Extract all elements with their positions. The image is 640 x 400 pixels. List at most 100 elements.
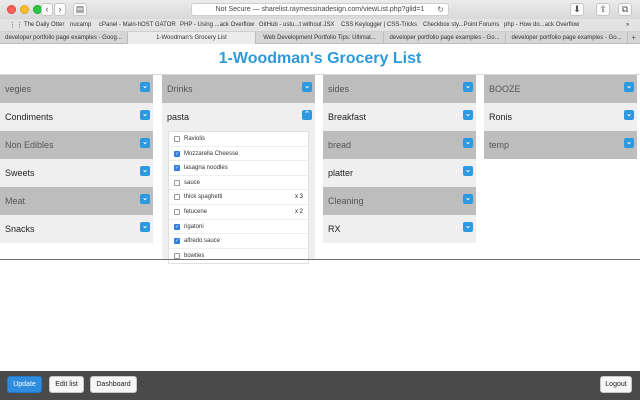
address-bar[interactable]: Not Secure — sharelist.raymessinadesign.… bbox=[191, 3, 449, 16]
item-checkbox[interactable]: ✓ bbox=[174, 150, 180, 157]
browser-tab-active[interactable]: 1-Woodman's Grocery List bbox=[128, 32, 256, 44]
page-content: 1-Woodman's Grocery List vegies ⌄ Condimen… bbox=[0, 45, 640, 371]
item-checkbox[interactable]: ✓ bbox=[174, 223, 180, 230]
grid-icon[interactable]: ⋮⋮ bbox=[9, 22, 23, 29]
chevron-down-icon[interactable]: ⌄ bbox=[140, 82, 150, 92]
downloads-button[interactable]: ⬇ bbox=[570, 3, 584, 16]
category-header[interactable]: Meat ⌄ bbox=[0, 187, 153, 215]
update-button[interactable]: Update bbox=[7, 376, 42, 393]
download-icon: ⬇ bbox=[573, 4, 581, 14]
item-checkbox[interactable] bbox=[174, 179, 180, 186]
bookmarks-bar: ⋮⋮ The Daily Otter nucamp cPanel - Main-… bbox=[0, 19, 640, 32]
back-button[interactable]: ‹ bbox=[41, 3, 53, 16]
category-column: BOOZE ⌄ Ronis ⌄ temp ⌄ bbox=[484, 75, 637, 159]
chevron-down-icon[interactable]: ⌄ bbox=[624, 82, 634, 92]
sidebar-toggle-button[interactable]: ▤ bbox=[73, 3, 87, 16]
item-checkbox[interactable] bbox=[174, 136, 180, 142]
list-item: bowties bbox=[169, 249, 308, 264]
share-button[interactable]: ⇪ bbox=[596, 3, 610, 16]
category-header[interactable]: bread ⌄ bbox=[323, 131, 476, 159]
category-header[interactable]: Breakfast ⌄ bbox=[323, 103, 476, 131]
item-checkbox[interactable]: ✓ bbox=[174, 165, 180, 172]
browser-tab[interactable]: Web Development Portfolio Tips: Ultimat.… bbox=[256, 32, 384, 44]
bookmark-item[interactable]: cPanel - Main-hOST GATOR bbox=[99, 22, 176, 29]
item-checkbox[interactable] bbox=[174, 252, 180, 259]
chevron-down-icon[interactable]: ⌄ bbox=[140, 194, 150, 204]
category-header[interactable]: Non Edibles ⌄ bbox=[0, 131, 153, 159]
category-header[interactable]: RX ⌄ bbox=[323, 215, 476, 243]
item-name: rigatoni bbox=[184, 223, 204, 230]
category-header[interactable]: Cleaning ⌄ bbox=[323, 187, 476, 215]
list-item: sauce bbox=[169, 176, 308, 191]
bookmark-item[interactable]: nucamp bbox=[70, 22, 91, 29]
chevron-down-icon[interactable]: ⌄ bbox=[302, 82, 312, 92]
chevron-down-icon[interactable]: ⌄ bbox=[463, 138, 473, 148]
chevron-down-icon[interactable]: ⌄ bbox=[463, 82, 473, 92]
logout-button[interactable]: Logout bbox=[600, 376, 632, 393]
item-checkbox[interactable]: ✓ bbox=[174, 238, 180, 245]
category-header[interactable]: Ronis ⌄ bbox=[484, 103, 637, 131]
edit-list-button[interactable]: Edit list bbox=[49, 376, 84, 393]
category-label: Condiments bbox=[5, 112, 54, 122]
check-icon: ✓ bbox=[175, 165, 180, 172]
list-item: ✓ alfredo sauce bbox=[169, 234, 308, 249]
tab-bar: developer portfolio page examples - Goog… bbox=[0, 32, 640, 44]
chevron-down-icon[interactable]: ⌄ bbox=[140, 166, 150, 176]
chevron-down-icon[interactable]: ⌄ bbox=[140, 110, 150, 120]
reload-icon[interactable]: ↻ bbox=[437, 4, 444, 15]
new-tab-icon[interactable]: + bbox=[631, 32, 636, 44]
chevron-down-icon[interactable]: ⌄ bbox=[140, 222, 150, 232]
chevron-down-icon[interactable]: ⌄ bbox=[463, 222, 473, 232]
chevron-down-icon[interactable]: ⌄ bbox=[624, 138, 634, 148]
category-header[interactable]: pasta ⌃ bbox=[162, 103, 315, 131]
category-header[interactable]: sides ⌄ bbox=[323, 75, 476, 103]
browser-tab[interactable]: developer portfolio page examples - Go..… bbox=[506, 32, 628, 44]
minimize-window-button[interactable] bbox=[20, 5, 29, 14]
browser-tab[interactable]: developer portfolio page examples - Goog… bbox=[0, 32, 128, 44]
bookmark-item[interactable]: Checkbox sty...Point Forums bbox=[423, 22, 499, 29]
bookmark-item[interactable]: CSS Keylogger | CSS-Tricks bbox=[341, 22, 417, 29]
chevron-down-icon[interactable]: ⌄ bbox=[624, 110, 634, 120]
item-name: Mozzarella Cheesse bbox=[184, 150, 239, 157]
bookmark-item[interactable]: PHP - Using ...ack Overflow bbox=[180, 22, 254, 29]
list-item: fetucene x 2 bbox=[169, 205, 308, 220]
close-window-button[interactable] bbox=[7, 5, 16, 14]
category-label: temp bbox=[489, 140, 510, 150]
tab-overview-button[interactable]: ⧉ bbox=[618, 3, 632, 16]
category-label: RX bbox=[328, 224, 341, 234]
category-header[interactable]: Snacks ⌄ bbox=[0, 215, 153, 243]
item-checkbox[interactable] bbox=[174, 194, 180, 201]
browser-tab[interactable]: developer portfolio page examples - Go..… bbox=[384, 32, 506, 44]
item-checkbox[interactable] bbox=[174, 208, 180, 215]
action-bar: Update Edit list Dashboard Logout bbox=[0, 371, 640, 400]
item-name: alfredo sauce bbox=[184, 238, 221, 245]
category-column: vegies ⌄ Condiments ⌄ Non Edibles ⌄ Sweets ⌄ Mea… bbox=[0, 75, 153, 243]
category-label: platter bbox=[328, 168, 354, 178]
category-header[interactable]: Condiments ⌄ bbox=[0, 103, 153, 131]
category-label: bread bbox=[328, 140, 352, 150]
chevron-down-icon[interactable]: ⌄ bbox=[463, 194, 473, 204]
grocery-item-list: Raviolis ✓ Mozzarella Cheesse ✓ lasagna nood… bbox=[168, 131, 309, 265]
chevron-up-icon[interactable]: ⌃ bbox=[302, 110, 312, 120]
chevron-down-icon[interactable]: ⌄ bbox=[463, 110, 473, 120]
category-header[interactable]: Drinks ⌄ bbox=[162, 75, 315, 103]
sidebar-icon: ▤ bbox=[75, 4, 85, 14]
category-label: Drinks bbox=[167, 84, 193, 94]
category-label: Sweets bbox=[5, 168, 35, 178]
forward-button[interactable]: › bbox=[54, 3, 66, 16]
bookmark-item[interactable]: php - How do...ack Overflow bbox=[504, 22, 579, 29]
category-header[interactable]: vegies ⌄ bbox=[0, 75, 153, 103]
chevron-down-icon[interactable]: ⌄ bbox=[140, 138, 150, 148]
category-header[interactable]: temp ⌄ bbox=[484, 131, 637, 159]
bookmark-item[interactable]: The Daily Otter bbox=[24, 22, 64, 29]
category-header[interactable]: platter ⌄ bbox=[323, 159, 476, 187]
category-header[interactable]: BOOZE ⌄ bbox=[484, 75, 637, 103]
item-name: lasagna noodles bbox=[184, 165, 228, 172]
dashboard-button[interactable]: Dashboard bbox=[90, 376, 137, 393]
chevron-down-icon[interactable]: ⌄ bbox=[463, 166, 473, 176]
item-name: thick spaghetti bbox=[184, 194, 223, 201]
more-bookmarks-icon[interactable]: » bbox=[626, 22, 629, 29]
category-label: Cleaning bbox=[328, 196, 364, 206]
category-header[interactable]: Sweets ⌄ bbox=[0, 159, 153, 187]
bookmark-item[interactable]: GitHub - ustu...t without JSX bbox=[259, 22, 334, 29]
